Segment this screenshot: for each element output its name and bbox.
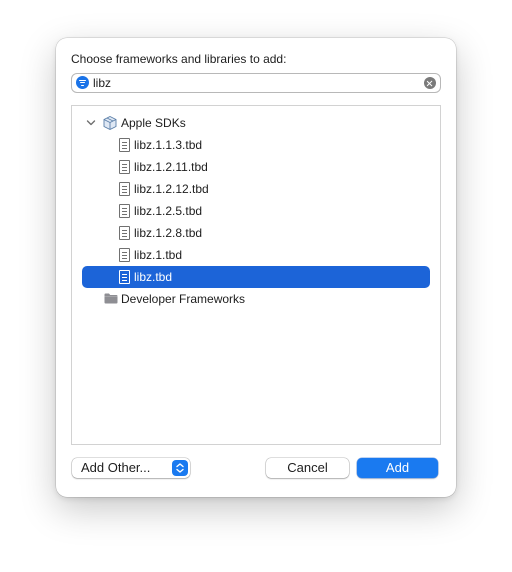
- chevron-down-icon[interactable]: [86, 118, 96, 128]
- add-frameworks-dialog: Choose frameworks and libraries to add: …: [56, 38, 456, 497]
- tree-item-label: libz.1.1.3.tbd: [134, 138, 203, 152]
- tree-item-label: libz.1.2.12.tbd: [134, 182, 209, 196]
- tree-item[interactable]: libz.1.2.12.tbd: [82, 178, 430, 200]
- file-icon: [119, 204, 130, 218]
- tree-item-label: libz.1.2.11.tbd: [134, 160, 208, 174]
- tree-item[interactable]: libz.1.tbd: [82, 244, 430, 266]
- dialog-prompt: Choose frameworks and libraries to add:: [71, 52, 287, 66]
- clear-icon[interactable]: [424, 77, 436, 89]
- tree-item[interactable]: libz.1.2.8.tbd: [82, 222, 430, 244]
- tree-item-selected[interactable]: libz.tbd: [82, 266, 430, 288]
- file-icon: [119, 160, 130, 174]
- tree-group-apple-sdks[interactable]: Apple SDKs: [82, 112, 430, 134]
- file-icon: [119, 138, 130, 152]
- add-other-label: Add Other...: [81, 460, 151, 475]
- search-field[interactable]: [71, 73, 441, 93]
- tree-group-label: Apple SDKs: [121, 116, 186, 130]
- tree-item-label: libz.1.2.5.tbd: [134, 204, 203, 218]
- tree-group-developer-frameworks[interactable]: Developer Frameworks: [82, 288, 430, 310]
- file-icon: [119, 226, 130, 240]
- folder-icon: [104, 293, 118, 304]
- tree-item-label: libz.1.tbd: [134, 248, 183, 262]
- tree-group-label: Developer Frameworks: [121, 292, 246, 306]
- sdk-box-icon: [103, 115, 117, 131]
- chevron-up-down-icon: [172, 460, 188, 476]
- search-input[interactable]: [93, 74, 413, 92]
- file-icon: [119, 270, 130, 284]
- tree-item[interactable]: libz.1.1.3.tbd: [82, 134, 430, 156]
- tree-item[interactable]: libz.1.2.11.tbd: [82, 156, 430, 178]
- library-tree[interactable]: Apple SDKs libz.1.1.3.tbd libz.1.2.11.tb…: [71, 105, 441, 445]
- cancel-button[interactable]: Cancel: [266, 458, 349, 478]
- add-button[interactable]: Add: [357, 458, 438, 478]
- file-icon: [119, 182, 130, 196]
- filter-icon[interactable]: [76, 76, 89, 89]
- tree-item-label: libz.1.2.8.tbd: [134, 226, 203, 240]
- tree-item-label: libz.tbd: [134, 270, 173, 284]
- add-other-popup-button[interactable]: Add Other...: [72, 458, 190, 478]
- tree-item[interactable]: libz.1.2.5.tbd: [82, 200, 430, 222]
- file-icon: [119, 248, 130, 262]
